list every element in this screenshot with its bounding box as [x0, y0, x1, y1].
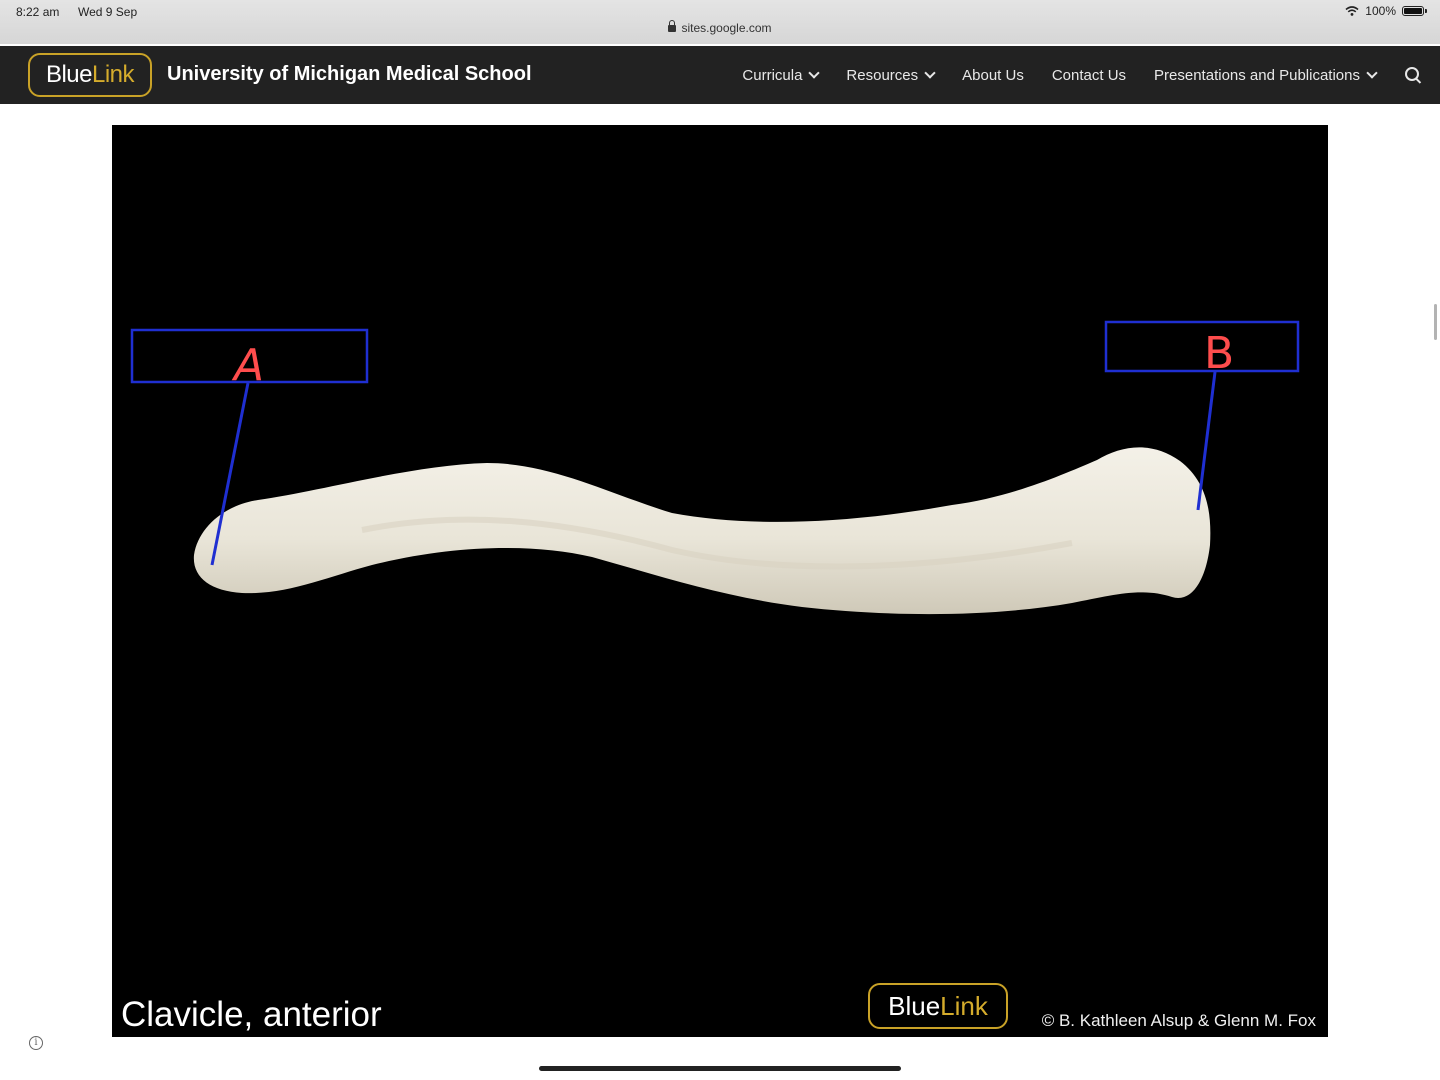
nav-presentations-label: Presentations and Publications — [1154, 66, 1360, 84]
watermark-text-link: Link — [940, 990, 988, 1021]
bluelink-logo[interactable]: Blue Link — [28, 53, 152, 97]
status-bar: 8:22 am Wed 9 Sep sites.google.com 100% — [0, 0, 1440, 44]
watermark-text-blue: Blue — [888, 990, 941, 1021]
address-bar[interactable]: sites.google.com — [0, 20, 1440, 35]
site-title[interactable]: University of Michigan Medical School — [167, 63, 532, 86]
battery-percent: 100% — [1365, 4, 1396, 18]
status-time: 8:22 am — [16, 5, 60, 19]
battery-icon — [1402, 6, 1427, 16]
logo-text-blue: Blue — [45, 61, 93, 88]
chevron-down-icon — [808, 66, 821, 79]
status-date: Wed 9 Sep — [78, 5, 138, 19]
image-caption: Clavicle, anterior — [121, 995, 382, 1034]
nav-about-us[interactable]: About Us — [962, 67, 1024, 84]
search-icon[interactable] — [1404, 66, 1422, 84]
clavicle-bone — [193, 447, 1211, 615]
anatomy-image[interactable]: A B Clavicle, anterior Blue Link © B. Kat… — [112, 125, 1328, 1037]
nav-curricula-label: Curricula — [742, 66, 803, 84]
main-nav: Curricula Resources About Us Contact Us … — [742, 46, 1440, 104]
nav-about-us-label: About Us — [962, 66, 1024, 84]
nav-curricula[interactable]: Curricula — [742, 66, 821, 84]
site-header: Blue Link University of Michigan Medical … — [0, 46, 1440, 104]
logo-text-link: Link — [92, 61, 135, 88]
nav-contact-us[interactable]: Contact Us — [1052, 67, 1126, 84]
label-box-b — [1104, 320, 1300, 373]
nav-resources-label: Resources — [846, 66, 919, 84]
label-b: B — [1204, 328, 1234, 379]
watermark-logo: Blue Link — [868, 983, 1008, 1029]
status-right: 100% — [1345, 4, 1427, 18]
info-icon[interactable]: i — [29, 1036, 43, 1050]
chevron-down-icon — [924, 66, 936, 79]
wifi-icon — [1345, 6, 1359, 16]
pointer-line-b — [1196, 371, 1217, 511]
nav-contact-us-label: Contact Us — [1051, 66, 1127, 84]
nav-presentations[interactable]: Presentations and Publications — [1154, 66, 1378, 84]
clavicle-illustration: A B — [130, 320, 1300, 615]
copyright-text: © B. Kathleen Alsup & Glenn M. Fox — [1041, 1011, 1316, 1030]
lock-icon — [668, 20, 677, 32]
label-a: A — [231, 340, 264, 391]
nav-resources[interactable]: Resources — [846, 66, 936, 84]
url-text: sites.google.com — [681, 21, 772, 35]
chevron-down-icon — [1366, 66, 1378, 79]
home-indicator[interactable] — [539, 1066, 901, 1071]
scrollbar[interactable] — [1434, 304, 1437, 340]
